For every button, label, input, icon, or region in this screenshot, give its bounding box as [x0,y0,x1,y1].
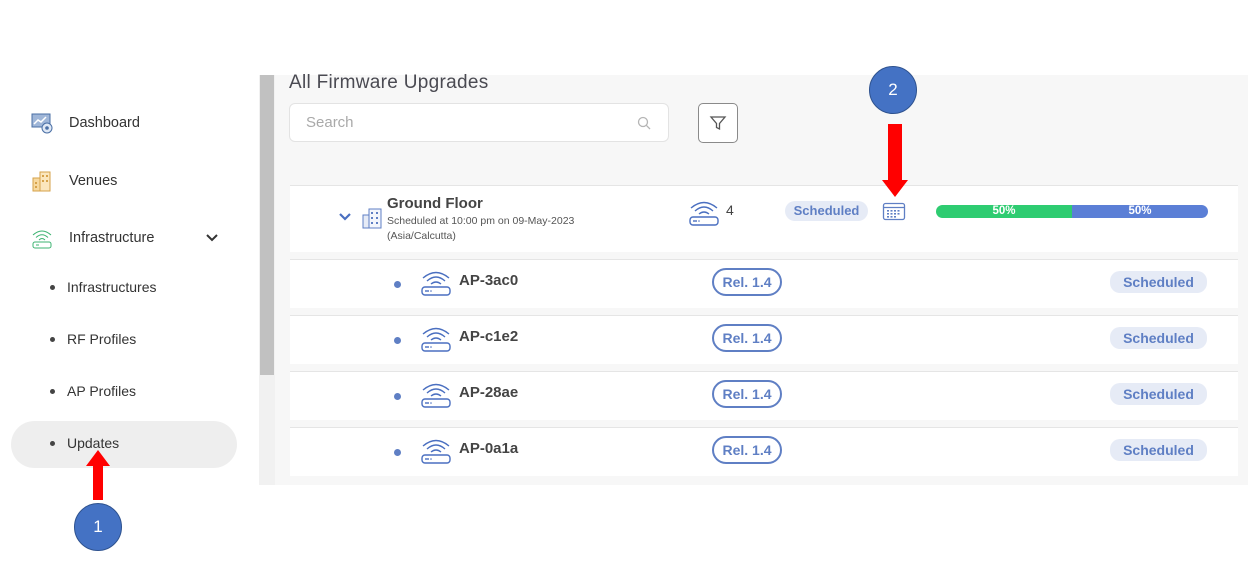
bullet-icon [50,336,55,342]
sidebar-item-label: Infrastructure [69,230,155,246]
scrollbar-thumb[interactable] [260,75,274,375]
sidebar-subitem-label: RF Profiles [67,331,137,347]
status-badge: Scheduled [785,201,868,221]
group-timezone: (Asia/Calcutta) [387,230,456,242]
access-point-icon [421,327,451,352]
access-point-icon [421,383,451,408]
sidebar-item-dashboard[interactable]: Dashboard [30,111,140,135]
bullet-icon [394,449,401,456]
venues-icon [30,169,54,193]
search-box[interactable] [289,103,669,142]
search-input[interactable] [304,113,628,132]
sidebar-subitem-ap-profiles[interactable]: AP Profiles [50,383,136,399]
bullet-icon [50,388,55,394]
ap-name: AP-c1e2 [459,328,519,345]
sidebar-item-venues[interactable]: Venues [30,169,117,193]
building-icon [362,208,382,229]
sidebar-item-label: Venues [69,173,118,189]
calendar-icon[interactable] [882,201,906,221]
status-badge: Scheduled [1110,327,1207,349]
release-badge: Rel. 1.4 [712,380,782,408]
upgrade-progress-bar: 50% 50% [936,205,1208,218]
progress-segment-pending: 50% [1072,205,1208,218]
dashboard-icon [30,111,54,135]
annotation-marker-1: 1 [74,503,122,551]
sidebar-item-infrastructure[interactable]: Infrastructure [30,226,154,250]
bullet-icon [394,337,401,344]
filter-icon [709,116,727,131]
sidebar-item-label: Dashboard [69,115,140,131]
bullet-icon [394,281,401,288]
bullet-icon [50,284,55,290]
active-item-highlight [11,421,237,468]
progress-segment-complete: 50% [936,205,1072,218]
access-point-icon [421,439,451,464]
sidebar-subitem-infrastructures[interactable]: Infrastructures [50,279,156,295]
release-badge: Rel. 1.4 [712,324,782,352]
group-schedule: Scheduled at 10:00 pm on 09-May-2023 [387,215,575,227]
ap-count: 4 [726,202,734,218]
annotation-arrow-down [882,124,908,197]
chevron-down-icon[interactable] [204,230,220,246]
annotation-arrow-up [86,450,110,500]
sidebar: Dashboard Venues Infrastructure Infrastr… [0,0,258,567]
access-point-icon [421,271,451,296]
ap-name: AP-28ae [459,384,519,401]
ap-name: AP-0a1a [459,440,519,457]
sidebar-subitem-updates[interactable]: Updates [50,435,119,451]
sidebar-subitem-label: Infrastructures [67,279,157,295]
sidebar-subitem-rf-profiles[interactable]: RF Profiles [50,331,136,347]
chevron-down-icon[interactable] [338,210,352,224]
sidebar-subitem-label: AP Profiles [67,383,136,399]
sidebar-subitem-label: Updates [67,435,120,451]
access-point-icon [689,201,719,226]
release-badge: Rel. 1.4 [712,436,782,464]
annotation-marker-2: 2 [869,66,917,114]
search-icon[interactable] [636,115,652,131]
page-title: All Firmware Upgrades [289,72,489,93]
bullet-icon [394,393,401,400]
filter-button[interactable] [698,103,738,143]
status-badge: Scheduled [1110,383,1207,405]
bullet-icon [50,440,55,446]
group-name: Ground Floor [387,195,483,212]
status-badge: Scheduled [1110,271,1207,293]
ap-name: AP-3ac0 [459,272,519,289]
infrastructure-icon [30,226,54,250]
status-badge: Scheduled [1110,439,1207,461]
release-badge: Rel. 1.4 [712,268,782,296]
